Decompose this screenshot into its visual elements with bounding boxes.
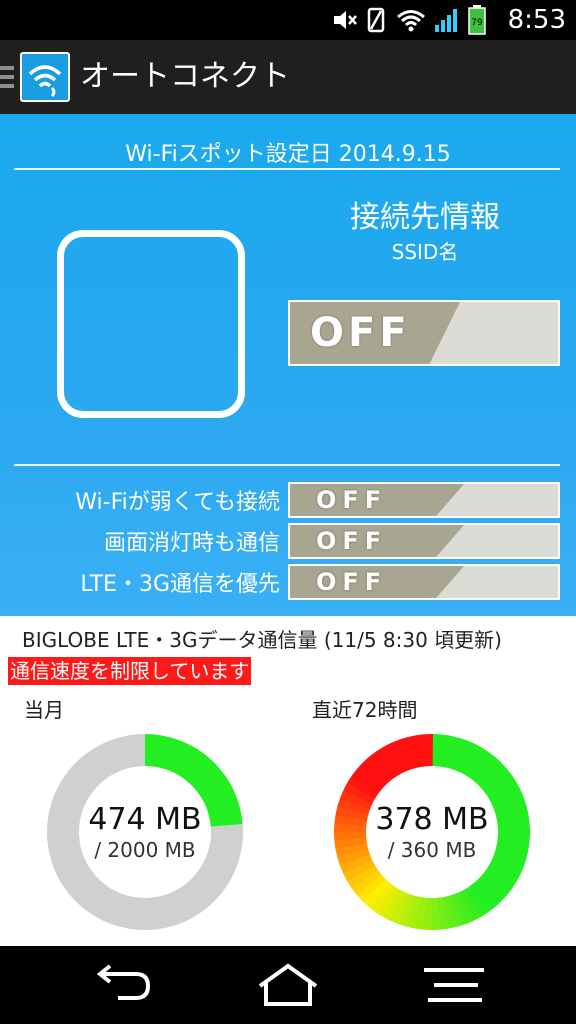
menu-icon[interactable]: [418, 960, 490, 1010]
vibrate-icon: [367, 7, 385, 33]
app-bar: オートコネクト: [0, 40, 576, 114]
back-icon[interactable]: [88, 960, 160, 1010]
connection-info-heading: 接続先情報: [350, 200, 500, 235]
status-bar: 79 8:53: [0, 0, 576, 40]
prefer-lte-3g-toggle[interactable]: OFF: [288, 564, 560, 600]
recent-used: 378 MB: [375, 802, 489, 837]
drawer-indicator-icon[interactable]: [0, 66, 14, 88]
wifi-icon: [397, 10, 425, 32]
divider: [14, 168, 560, 170]
toggle-state-label: OFF: [316, 527, 388, 555]
wifi-setup-date: Wi-Fiスポット設定日 2014.9.15: [125, 142, 451, 167]
toggle-state-label: OFF: [316, 486, 388, 514]
monthly-label: 当月: [24, 698, 64, 722]
battery-level: 79: [471, 18, 483, 28]
option-weak-wifi-connect: Wi-Fiが弱くても接続 OFF: [0, 482, 576, 518]
data-usage-title: BIGLOBE LTE・3Gデータ通信量 (11/5 8:30 頃更新): [22, 628, 502, 652]
recent-cap: / 360 MB: [387, 838, 477, 862]
wifi-connect-app-icon[interactable]: [20, 52, 70, 102]
toggle-state-label: OFF: [316, 568, 388, 596]
screen-off-communicate-toggle[interactable]: OFF: [288, 523, 560, 559]
divider: [14, 464, 560, 466]
battery-icon: 79: [468, 5, 486, 35]
home-icon[interactable]: [252, 960, 324, 1010]
monthly-usage-donut: 474 MB / 2000 MB: [45, 732, 245, 932]
signal-icon: [435, 9, 457, 32]
status-icons: 79: [332, 5, 486, 35]
weak-wifi-connect-toggle[interactable]: OFF: [288, 482, 560, 518]
system-nav-bar: [0, 946, 576, 1024]
mute-icon: [334, 11, 357, 29]
connection-status-square: [57, 230, 245, 418]
connection-panel: Wi-Fiスポット設定日 2014.9.15 接続先情報 SSID名 OFF W…: [0, 114, 576, 616]
monthly-used: 474 MB: [88, 802, 202, 837]
ssid-name: SSID名: [391, 240, 459, 264]
recent-72h-label: 直近72時間: [312, 698, 418, 722]
option-label: 画面消灯時も通信: [103, 531, 280, 556]
option-label: Wi-Fiが弱くても接続: [75, 490, 280, 515]
monthly-cap: / 2000 MB: [94, 838, 196, 862]
option-screen-off-communicate: 画面消灯時も通信 OFF: [0, 523, 576, 559]
clock: 8:53: [507, 5, 566, 35]
recent-usage-donut: 378 MB / 360 MB: [332, 732, 532, 932]
auto-connect-toggle[interactable]: OFF: [288, 300, 560, 366]
option-prefer-lte-3g: LTE・3G通信を優先 OFF: [0, 564, 576, 600]
toggle-state-label: OFF: [310, 310, 411, 356]
option-label: LTE・3G通信を優先: [80, 572, 280, 597]
app-title: オートコネクト: [80, 59, 290, 94]
speed-limit-banner: 通信速度を制限しています: [8, 657, 252, 685]
